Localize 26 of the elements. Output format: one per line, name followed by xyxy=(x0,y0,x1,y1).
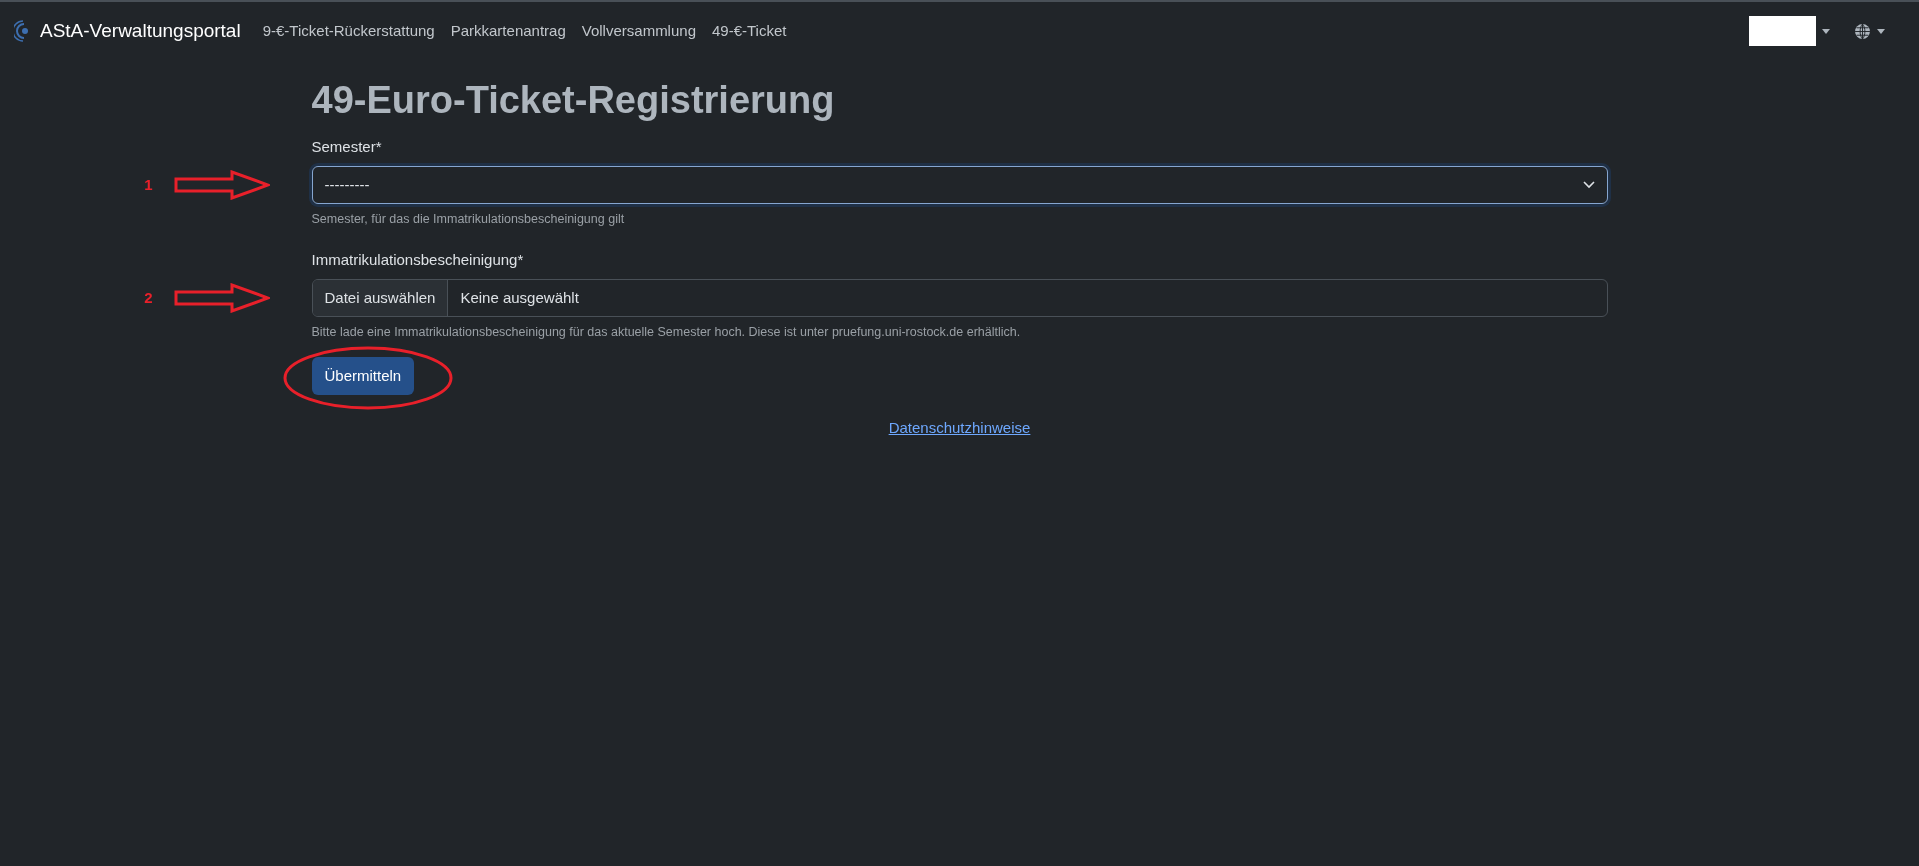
chevron-down-icon xyxy=(1582,181,1595,190)
nav-link[interactable]: Parkkartenantrag xyxy=(450,19,566,43)
nav-link[interactable]: 9-€-Ticket-Rückerstattung xyxy=(262,19,435,43)
redacted-block xyxy=(1749,16,1816,46)
caret-icon xyxy=(1822,28,1830,34)
brand-link[interactable]: AStA-Verwaltungsportal xyxy=(40,16,241,46)
language-menu[interactable] xyxy=(1854,22,1885,40)
user-menu[interactable] xyxy=(1749,16,1830,46)
submit-button[interactable]: Übermitteln xyxy=(311,357,415,396)
field-label: Immatrikulationsbescheinigung* xyxy=(311,249,525,270)
annotation-number: 2 xyxy=(143,288,154,309)
caret-icon xyxy=(1877,28,1885,34)
page-title: 49-Euro-Ticket-Registrierung xyxy=(311,78,836,123)
file-input[interactable]: Datei auswählen Keine ausgewählt xyxy=(311,279,1608,318)
privacy-link[interactable]: Datenschutzhinweise xyxy=(888,417,1031,440)
choose-file-button[interactable]: Datei auswählen xyxy=(312,280,449,317)
nav-link[interactable]: Vollversammlung xyxy=(581,19,696,43)
help-text: Bitte lade eine Immatrikulationsbescheinigung für das aktuelle Semester hoch. Diese ist unter pruefung.uni-rostock.de erhältlich. xyxy=(311,324,1022,342)
annotation-number: 1 xyxy=(143,174,154,195)
globe-icon xyxy=(1854,22,1871,40)
semester-select[interactable]: --------- xyxy=(311,166,1608,205)
help-text: Semester, für das die Immatrikulationsbescheinigung gilt xyxy=(311,211,626,229)
logo-icon xyxy=(14,20,28,42)
field-label: Semester* xyxy=(311,136,383,157)
nav-link[interactable]: 49-€-Ticket xyxy=(712,19,787,43)
file-status: Keine ausgewählt xyxy=(459,288,580,309)
